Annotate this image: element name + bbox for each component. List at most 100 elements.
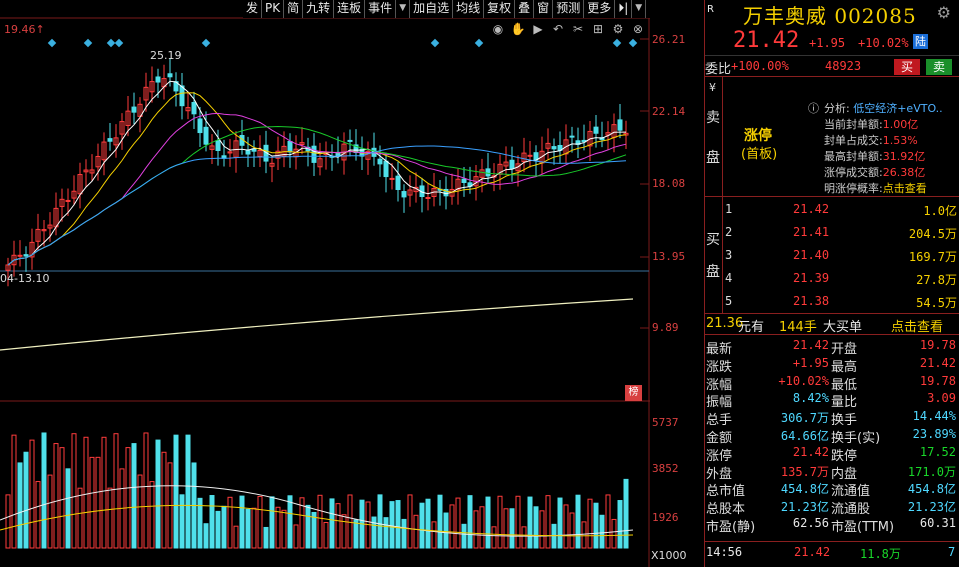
- toolbar-item-fa[interactable]: 发: [243, 0, 263, 18]
- order-ratio-num: 48923: [825, 59, 862, 73]
- analysis-value[interactable]: 低空经济+eVTO..: [853, 102, 942, 115]
- toolbar-item-adjust[interactable]: 复权: [484, 0, 516, 18]
- event-diamond: [83, 38, 93, 48]
- market-badge: 陆: [913, 34, 928, 49]
- toolbar-item-pk[interactable]: PK: [262, 0, 285, 18]
- order-price: 21.38: [793, 294, 830, 308]
- stat-value: 64.66亿: [780, 429, 829, 443]
- order-book-row[interactable]: 4 21.39 27.8万: [725, 271, 957, 294]
- order-ratio-row: 委比 +100.00% 48923 买 卖: [705, 55, 959, 77]
- order-level: 1: [725, 202, 733, 216]
- tick-count: 7: [948, 545, 956, 559]
- eye-icon[interactable]: ◉: [490, 22, 506, 36]
- stat-label: 振幅: [706, 395, 733, 411]
- stat-label: 市盈(静): [706, 520, 756, 535]
- order-level: 5: [725, 294, 733, 308]
- stat-label: 市盈(TTM): [831, 520, 895, 535]
- order-book-row[interactable]: 3 21.40 169.7万: [725, 248, 957, 271]
- price-axis-tick: 13.95: [652, 250, 686, 263]
- candle-body: [509, 159, 515, 170]
- info-icon: ⓘ: [808, 102, 819, 115]
- volume-axis-tick: 1926: [652, 511, 679, 524]
- stat-label: 涨停: [706, 448, 733, 464]
- info-label: 最高封单额:: [824, 150, 883, 163]
- toolbar-item-ma[interactable]: 均线: [453, 0, 485, 18]
- volume-bar: [371, 516, 377, 549]
- stat-value: 454.8亿: [780, 482, 829, 497]
- big-order-text: 元有: [738, 320, 765, 335]
- volume-bar: [557, 497, 563, 549]
- stat-label: 最高: [831, 359, 858, 375]
- volume-bar: [35, 481, 41, 549]
- volume-bar: [251, 507, 257, 549]
- settings-icon[interactable]: ⚙: [610, 22, 626, 36]
- candle-body: [287, 140, 293, 153]
- big-order-link[interactable]: 点击查看: [891, 316, 943, 335]
- stat-value: 17.52: [919, 444, 956, 459]
- stat-value: 21.42: [792, 338, 829, 352]
- volume-bar: [41, 432, 47, 549]
- pan-char: 盘: [706, 264, 720, 280]
- event-diamond: [47, 38, 57, 48]
- toolbar-item-lianban[interactable]: 连板: [334, 0, 366, 18]
- toolbar-item-add-watchlist[interactable]: 加自选: [410, 0, 454, 18]
- ranking-tag[interactable]: 榜: [625, 385, 642, 401]
- volume-bar: [407, 494, 413, 549]
- buy-section: 买 盘 1 21.42 1.0亿 2 21.41 204.5万 3 21.40 …: [705, 197, 959, 314]
- big-order-row: 21.36 元有 144手 大买单 点击查看: [705, 314, 959, 335]
- order-book-row[interactable]: 1 21.42 1.0亿: [725, 202, 957, 225]
- candle-body: [179, 85, 185, 107]
- pan-char: 盘: [706, 150, 720, 166]
- toolbar-item-jian[interactable]: 简: [284, 0, 304, 18]
- volume-bar: [155, 439, 161, 549]
- high-marker: 19.46↑: [4, 23, 45, 36]
- toolbar-item-more[interactable]: 更多: [584, 0, 616, 18]
- stat-label: 最新: [706, 342, 733, 357]
- stat-value: 21.23亿: [780, 500, 829, 515]
- volume-bar: [485, 496, 491, 549]
- buy-button[interactable]: 买: [894, 59, 920, 75]
- toolbar-item-window[interactable]: 窗: [534, 0, 554, 18]
- peak-price-label: 25.19: [150, 49, 182, 62]
- order-price: 21.41: [793, 225, 830, 239]
- chevron-down-icon[interactable]: ▼: [396, 0, 411, 18]
- toolbar-item-events[interactable]: 事件: [365, 0, 397, 18]
- grid-icon[interactable]: ⊞: [590, 22, 606, 36]
- stat-label: 总手: [706, 413, 733, 429]
- candle-body: [551, 146, 557, 150]
- volume-bar: [437, 494, 443, 549]
- toolbar-item-jiuzhuan[interactable]: 九转: [303, 0, 335, 18]
- candle-body: [617, 119, 623, 131]
- order-book-row[interactable]: 2 21.41 204.5万: [725, 225, 957, 248]
- analysis-line: 分析: 低空经济+eVTO..: [824, 100, 943, 116]
- price-axis-tick: 18.08: [652, 177, 686, 190]
- stat-label: 开盘: [831, 342, 858, 357]
- play-icon[interactable]: ▶: [530, 22, 546, 36]
- toolbar-item-forecast[interactable]: 预测: [553, 0, 585, 18]
- price-axis-tick: 9.89: [652, 321, 679, 334]
- candle-body: [17, 254, 23, 257]
- candle-body: [425, 196, 431, 199]
- info-line: 最高封单额:31.92亿: [824, 148, 925, 164]
- stat-value: +10.02%: [778, 373, 829, 388]
- volume-bar: [173, 434, 179, 549]
- kline-chart[interactable]: [0, 0, 650, 567]
- hand-icon[interactable]: ✋: [510, 22, 526, 36]
- volume-bar: [275, 506, 281, 549]
- kline-svg: [0, 17, 650, 567]
- sell-button[interactable]: 卖: [926, 59, 952, 75]
- gear-icon[interactable]: ⚙: [937, 3, 951, 22]
- stats-row: 总手 306.7万 换手 14.44%: [705, 409, 959, 429]
- step-forward-icon[interactable]: ⏵|: [615, 0, 633, 18]
- view-link[interactable]: 点击查看: [883, 182, 927, 195]
- scissors-icon[interactable]: ✂: [570, 22, 586, 36]
- toolbar-item-overlay[interactable]: 叠: [515, 0, 535, 18]
- event-diamond: [106, 38, 116, 48]
- close-icon[interactable]: ⊗: [630, 22, 646, 36]
- volume-bar: [545, 495, 551, 549]
- chevron-down-icon[interactable]: ▼: [632, 0, 647, 18]
- sell-side-label: ¥ 卖 盘: [705, 77, 723, 197]
- volume-bar: [125, 447, 131, 549]
- undo-icon[interactable]: ↶: [550, 22, 566, 36]
- volume-bar: [113, 433, 119, 549]
